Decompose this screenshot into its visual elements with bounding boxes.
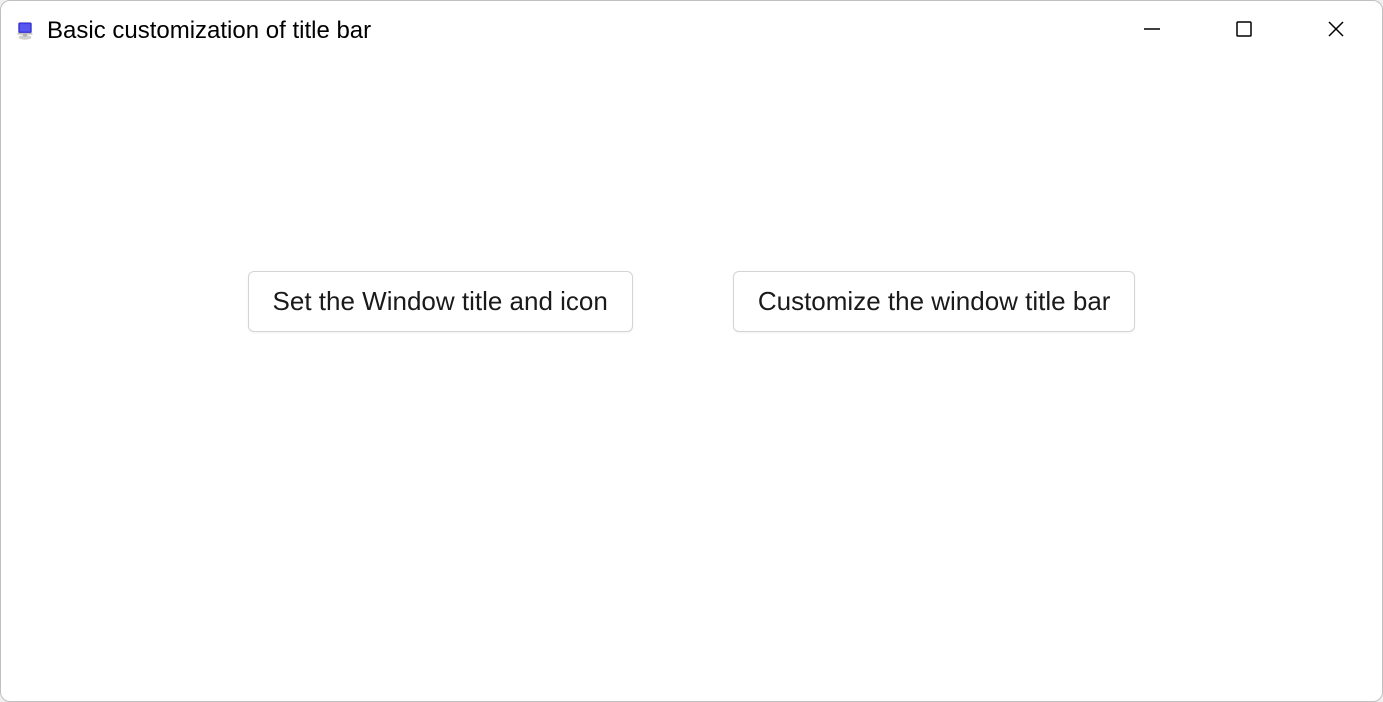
title-bar-left: Basic customization of title bar xyxy=(13,17,371,45)
content-area: Set the Window title and icon Customize … xyxy=(1,61,1382,701)
close-icon xyxy=(1326,19,1346,42)
minimize-button[interactable] xyxy=(1106,1,1198,59)
window-controls xyxy=(1106,1,1382,61)
app-icon xyxy=(13,19,37,43)
title-bar: Basic customization of title bar xyxy=(1,1,1382,61)
maximize-icon xyxy=(1234,19,1254,42)
maximize-button[interactable] xyxy=(1198,1,1290,59)
minimize-icon xyxy=(1142,19,1162,42)
application-window: Basic customization of title bar xyxy=(0,0,1383,702)
set-title-icon-button[interactable]: Set the Window title and icon xyxy=(248,271,633,332)
customize-title-bar-button[interactable]: Customize the window title bar xyxy=(733,271,1136,332)
close-button[interactable] xyxy=(1290,1,1382,59)
window-title: Basic customization of title bar xyxy=(47,17,371,45)
